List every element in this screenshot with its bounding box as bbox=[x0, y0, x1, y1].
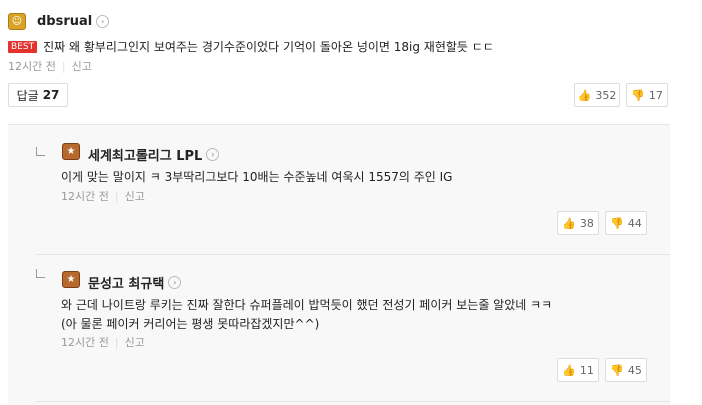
reply-count: 27 bbox=[42, 88, 60, 102]
dislike-button[interactable]: 👎 45 bbox=[605, 358, 647, 382]
username[interactable]: 세계최고롤리그 LPL bbox=[88, 145, 202, 164]
reply-meta: 12시간 전 | 신고 bbox=[61, 190, 145, 203]
reply-indicator-icon bbox=[36, 269, 45, 278]
comment-text: 진짜 왜 황부리그인지 보여주는 경기수준이었다 기억이 돌아온 넝이면 18i… bbox=[43, 40, 494, 54]
report-link[interactable]: 신고 bbox=[72, 60, 92, 73]
dislike-count: 44 bbox=[627, 216, 642, 230]
timestamp: 12시간 전 bbox=[61, 336, 109, 349]
user-badge-icon: ☺ bbox=[8, 13, 26, 30]
like-button[interactable]: 👍 352 bbox=[574, 83, 620, 107]
like-count: 11 bbox=[579, 363, 594, 377]
comment-body: BEST 진짜 왜 황부리그인지 보여주는 경기수준이었다 기억이 돌아온 넝이… bbox=[8, 38, 494, 55]
chevron-right-icon[interactable]: › bbox=[206, 148, 220, 161]
reply-meta: 12시간 전 | 신고 bbox=[61, 336, 145, 349]
reply-indicator-icon bbox=[36, 147, 45, 156]
reply-text: 이게 맞는 말이지 ㅋ 3부딱리그보다 10배는 수준높네 여욱시 1557의 … bbox=[61, 170, 453, 184]
comment-author[interactable]: dbsrual › bbox=[37, 14, 110, 29]
reply-toggle-button[interactable]: 답글 27 bbox=[8, 83, 68, 107]
best-badge: BEST bbox=[8, 40, 38, 53]
thumbs-up-icon: 👍 bbox=[577, 88, 592, 102]
comment-meta: 12시간 전 | 신고 bbox=[8, 60, 92, 73]
thumbs-down-icon: 👎 bbox=[631, 88, 645, 102]
reply-text-line-1: 와 근데 나이트랑 루키는 진짜 잘한다 슈퍼플레이 밥먹듯이 했던 전성기 페… bbox=[61, 298, 553, 312]
chevron-right-icon[interactable]: › bbox=[168, 276, 182, 289]
dislike-button[interactable]: 👎 44 bbox=[605, 211, 647, 235]
report-link[interactable]: 신고 bbox=[125, 190, 145, 203]
timestamp: 12시간 전 bbox=[8, 60, 56, 73]
timestamp: 12시간 전 bbox=[61, 190, 109, 203]
thumbs-down-icon: 👎 bbox=[610, 216, 624, 230]
like-count: 352 bbox=[595, 88, 617, 102]
reply-author[interactable]: 문성고 최규택 › bbox=[88, 273, 182, 292]
reply-author[interactable]: 세계최고롤리그 LPL › bbox=[88, 145, 220, 164]
divider bbox=[36, 401, 670, 402]
dislike-count: 17 bbox=[648, 88, 663, 102]
thumbs-up-icon: 👍 bbox=[562, 216, 576, 230]
user-badge-icon: ★ bbox=[62, 143, 80, 160]
username[interactable]: dbsrual bbox=[37, 14, 92, 29]
dislike-count: 45 bbox=[627, 363, 642, 377]
like-button[interactable]: 👍 11 bbox=[557, 358, 599, 382]
reply-label: 답글 bbox=[16, 88, 39, 103]
dislike-button[interactable]: 👎 17 bbox=[626, 83, 668, 107]
divider bbox=[36, 254, 670, 255]
reply-text-line-2: (아 물론 페이커 커리어는 평생 못따라잡겠지만^^) bbox=[61, 317, 320, 331]
username[interactable]: 문성고 최규택 bbox=[88, 273, 164, 292]
like-count: 38 bbox=[579, 216, 594, 230]
like-button[interactable]: 👍 38 bbox=[557, 211, 599, 235]
reply-section: ★ 세계최고롤리그 LPL › 이게 맞는 말이지 ㅋ 3부딱리그보다 10배는… bbox=[8, 124, 670, 405]
user-badge-icon: ★ bbox=[62, 271, 80, 288]
thumbs-up-icon: 👍 bbox=[562, 363, 576, 377]
chevron-right-icon[interactable]: › bbox=[96, 15, 110, 28]
report-link[interactable]: 신고 bbox=[125, 336, 145, 349]
thumbs-down-icon: 👎 bbox=[610, 363, 624, 377]
